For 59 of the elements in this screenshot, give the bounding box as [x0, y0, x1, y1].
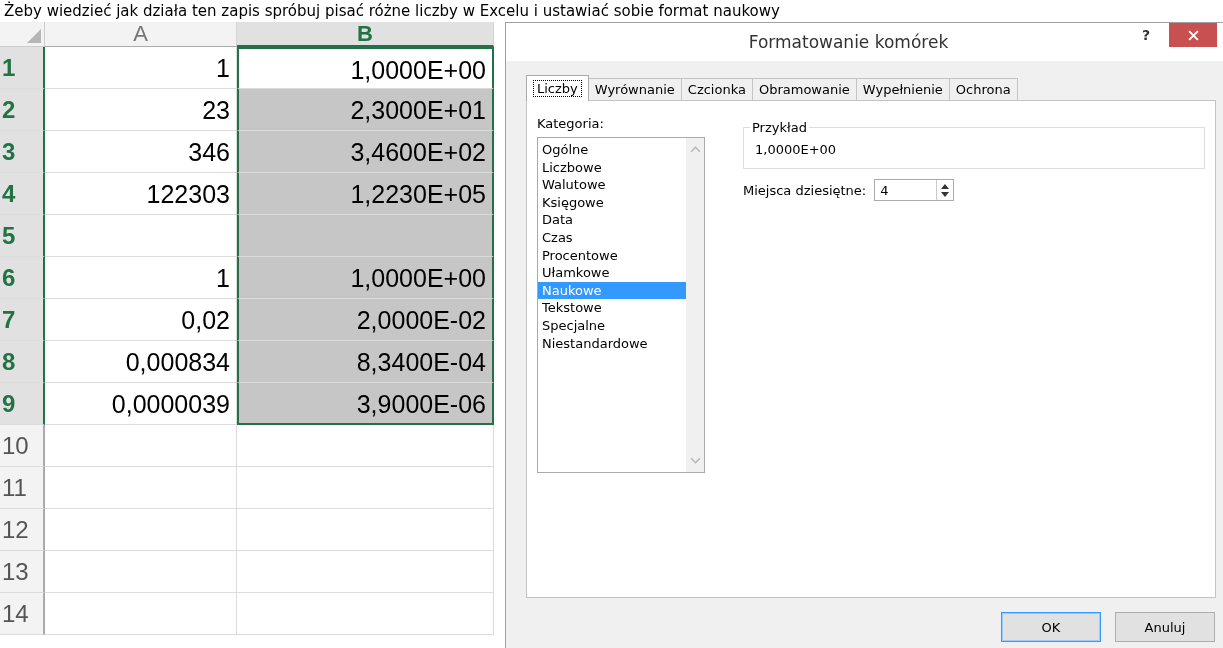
- window-title: Formatowanie komórek: [747, 31, 950, 52]
- row-header[interactable]: 6: [0, 257, 45, 299]
- column-header[interactable]: A: [45, 22, 237, 47]
- list-item[interactable]: Walutowe: [538, 176, 686, 194]
- tab[interactable]: Ochrona: [948, 78, 1018, 100]
- list-item[interactable]: Niestandardowe: [538, 334, 686, 353]
- row-header[interactable]: 13: [0, 551, 45, 593]
- row-header[interactable]: 11: [0, 467, 45, 509]
- scrollbar[interactable]: [686, 138, 704, 472]
- sample-value: 1,0000E+00: [755, 142, 838, 157]
- list-item[interactable]: Procentowe: [538, 246, 686, 265]
- column-header[interactable]: B: [237, 22, 494, 47]
- close-button[interactable]: [1169, 23, 1217, 47]
- tab[interactable]: Liczby: [526, 75, 589, 101]
- dialog-button[interactable]: Anuluj: [1115, 612, 1215, 642]
- spin-up-icon[interactable]: [941, 183, 950, 189]
- row-header[interactable]: 2: [0, 89, 45, 131]
- row-header[interactable]: 12: [0, 509, 45, 551]
- row-header[interactable]: 14: [0, 593, 45, 635]
- table-cell: 2,3000E+01: [237, 89, 494, 131]
- tab[interactable]: Wyrównanie: [587, 78, 682, 100]
- decimals-spinner[interactable]: 4: [874, 179, 955, 201]
- table-cell: 2,0000E-02: [237, 299, 494, 341]
- list-item[interactable]: Ogólne: [538, 141, 686, 159]
- category-list[interactable]: Ogólne Liczbowe Walutowe Księgowe Data Czas Procentowe Ułamkowe Naukowe Tekstowe Specjalne Niestandardowe: [537, 137, 705, 473]
- row-header[interactable]: 10: [0, 425, 45, 467]
- decimals-label: Miejsca dziesiętne:: [743, 182, 867, 198]
- select-all-corner[interactable]: [0, 22, 45, 47]
- list-item[interactable]: Liczbowe: [538, 158, 686, 177]
- help-button[interactable]: ?: [1131, 23, 1161, 43]
- list-item[interactable]: Tekstowe: [538, 299, 686, 317]
- row-header[interactable]: 8: [0, 341, 45, 383]
- list-item[interactable]: Księgowe: [538, 193, 686, 212]
- row-header[interactable]: 7: [0, 299, 45, 341]
- list-item[interactable]: Ułamkowe: [538, 264, 686, 282]
- list-item[interactable]: Data: [538, 211, 686, 229]
- row-header[interactable]: 9: [0, 383, 45, 425]
- table-cell: 8,3400E-04: [237, 341, 494, 383]
- corner-triangle-icon: [27, 29, 41, 43]
- caption-text: Żeby wiedzieć jak działa ten zapis spróbuj pisać różne liczby w Excelu i ustawiać sobie format naukowy: [3, 0, 781, 22]
- table-cell: 3,4600E+02: [237, 131, 494, 173]
- list-item[interactable]: Czas: [538, 228, 686, 247]
- group-title: Przykład: [750, 120, 809, 135]
- scroll-down-icon[interactable]: [689, 457, 701, 464]
- tab[interactable]: Wypełnienie: [855, 78, 950, 100]
- table-cell: 1,0000E+00: [237, 257, 494, 299]
- category-label: Kategoria:: [537, 116, 605, 131]
- row-header[interactable]: 5: [0, 215, 45, 257]
- table-cell: 3,9000E-06: [237, 383, 494, 425]
- table-cell: 1: [45, 47, 237, 89]
- list-item[interactable]: Specjalne: [538, 316, 686, 335]
- row-header[interactable]: 1: [0, 47, 45, 89]
- row-header[interactable]: 4: [0, 173, 45, 215]
- row-header[interactable]: 3: [0, 131, 45, 173]
- dialog-button[interactable]: OK: [1001, 612, 1101, 642]
- table-cell: 1,2230E+05: [237, 173, 494, 215]
- scroll-up-icon[interactable]: [689, 146, 701, 153]
- spin-down-icon[interactable]: [941, 191, 950, 197]
- close-icon: [1187, 29, 1199, 41]
